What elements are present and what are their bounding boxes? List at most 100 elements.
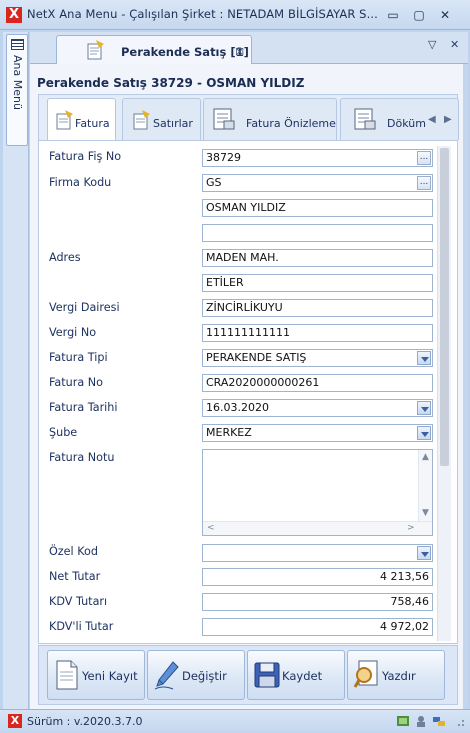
left-menu-panel: Ana Menü: [3, 32, 29, 709]
label-kdvli-tutar: KDV'li Tutar: [49, 620, 114, 633]
tab-dokum[interactable]: Döküm: [340, 98, 459, 140]
date-fatura-tarihi-value: 16.03.2020: [206, 401, 269, 414]
select-sube-value: MERKEZ: [206, 426, 252, 439]
field-firma-kodu[interactable]: GS ...: [202, 174, 433, 192]
label-fatura-fis-no: Fatura Fiş No: [49, 150, 122, 163]
label-firma-kodu: Firma Kodu: [49, 176, 112, 189]
tab-fatura-onizleme[interactable]: Fatura Önizleme: [203, 98, 337, 140]
chevron-down-icon[interactable]: [417, 351, 431, 365]
network-icon[interactable]: [432, 714, 446, 728]
field-fatura-fis-no-value: 38729: [206, 151, 241, 164]
field-kdvli-tutar[interactable]: 4 972,02: [202, 618, 433, 636]
tab-fatura[interactable]: Fatura: [47, 98, 116, 142]
field-vergi-dairesi[interactable]: ZİNCİRLİKUYU: [202, 299, 433, 317]
label-vergi-dairesi: Vergi Dairesi: [49, 301, 120, 314]
save-disk-icon: [254, 662, 280, 688]
new-document-icon: [56, 660, 78, 690]
restore-small-button[interactable]: ▭: [382, 6, 404, 24]
scroll-right-icon[interactable]: >: [407, 523, 415, 533]
window-title: NetX Ana Menu - Çalışılan Şirket : NETAD…: [27, 7, 378, 21]
field-firma-ek[interactable]: [202, 224, 433, 242]
select-fatura-tipi-value: PERAKENDE SATIŞ: [206, 351, 307, 364]
label-sube: Şube: [49, 426, 78, 439]
label-kdv-tutari: KDV Tutarı: [49, 595, 108, 608]
close-tab-icon[interactable]: ✕: [450, 38, 459, 51]
form-vertical-scrollbar[interactable]: [437, 146, 451, 641]
yazdir-button[interactable]: Yazdır: [347, 650, 445, 700]
label-fatura-tipi: Fatura Tipi: [49, 351, 108, 364]
select-ozel-kod[interactable]: [202, 544, 433, 562]
field-net-tutar[interactable]: 4 213,56: [202, 568, 433, 586]
pen-icon: [154, 661, 179, 690]
ana-menu-label: Ana Menü: [11, 55, 24, 110]
doc-tab-close-icon[interactable]: ⊠: [235, 45, 244, 58]
tab-dokum-label: Döküm: [387, 117, 426, 130]
label-fatura-notu: Fatura Notu: [49, 451, 115, 464]
label-net-tutar: Net Tutar: [49, 570, 101, 583]
ana-menu-side-tab[interactable]: Ana Menü: [6, 34, 28, 146]
doc-tab-label: Perakende Satış [1]: [121, 45, 249, 59]
field-adres-line1[interactable]: MADEN MAH.: [202, 249, 433, 267]
yazdir-label: Yazdır: [382, 669, 416, 683]
kaydet-button[interactable]: Kaydet: [247, 650, 345, 700]
select-sube[interactable]: MERKEZ: [202, 424, 433, 442]
label-vergi-no: Vergi No: [49, 326, 97, 339]
firma-lookup-button[interactable]: ...: [417, 176, 431, 190]
field-adres-line2[interactable]: ETİLER: [202, 274, 433, 292]
scroll-down-icon[interactable]: ▼: [422, 508, 429, 518]
field-fatura-fis-no[interactable]: 38729 ...: [202, 149, 433, 167]
label-fatura-tarihi: Fatura Tarihi: [49, 401, 118, 414]
field-firma-adi[interactable]: OSMAN YILDIZ: [202, 199, 433, 217]
select-fatura-tipi[interactable]: PERAKENDE SATIŞ: [202, 349, 433, 367]
print-doc-icon: [354, 108, 376, 130]
yeni-kayit-button[interactable]: Yeni Kayıt: [47, 650, 145, 700]
chevron-down-icon[interactable]: [417, 401, 431, 415]
resize-grip-icon[interactable]: [452, 714, 466, 728]
form-header-title: Perakende Satış 38729 - OSMAN YILDIZ: [37, 76, 305, 90]
memo-vertical-scrollbar[interactable]: ▲ ▼: [418, 450, 432, 522]
status-bar: X Sürüm : v.2020.3.7.0: [0, 709, 470, 733]
tab-scroll-left-icon[interactable]: ◀: [428, 114, 436, 125]
document-tab-strip: Perakende Satış [1] ⊠ ▽ ✕: [30, 32, 468, 65]
degistir-button[interactable]: Değiştir: [147, 650, 245, 700]
tab-satirlar-label: Satırlar: [153, 117, 193, 130]
memo-horizontal-scrollbar[interactable]: < >: [203, 521, 432, 535]
kaydet-label: Kaydet: [282, 669, 323, 683]
scrollbar-thumb[interactable]: [440, 148, 449, 466]
tab-list-dropdown-icon[interactable]: ▽: [428, 38, 436, 51]
netx-logo-icon: X: [6, 7, 22, 23]
print-preview-icon: [353, 660, 378, 688]
scroll-left-icon[interactable]: <: [207, 523, 215, 533]
doc-tab-perakende-satis[interactable]: Perakende Satış [1] ⊠: [56, 35, 252, 65]
maximize-button[interactable]: ▢: [408, 6, 430, 24]
invoice-icon: [87, 40, 104, 60]
date-fatura-tarihi[interactable]: 16.03.2020: [202, 399, 433, 417]
label-ozel-kod: Özel Kod: [49, 545, 98, 558]
invoice-icon: [56, 110, 73, 130]
field-vergi-no[interactable]: 111111111111: [202, 324, 433, 342]
field-fatura-no[interactable]: CRA2020000000261: [202, 374, 433, 392]
tab-satirlar[interactable]: Satırlar: [122, 98, 201, 140]
close-window-button[interactable]: ✕: [434, 6, 456, 24]
database-icon[interactable]: [396, 714, 410, 728]
label-fatura-no: Fatura No: [49, 376, 103, 389]
degistir-label: Değiştir: [182, 669, 227, 683]
fis-no-lookup-button[interactable]: ...: [417, 151, 431, 165]
tab-scroll-right-icon[interactable]: ▶: [444, 114, 452, 125]
tab-fatura-onizleme-label: Fatura Önizleme: [246, 117, 336, 130]
textarea-fatura-notu[interactable]: ▲ ▼ < >: [202, 449, 433, 536]
chevron-down-icon[interactable]: [417, 426, 431, 440]
chevron-down-icon[interactable]: [417, 546, 431, 560]
label-adres: Adres: [49, 251, 81, 264]
window-titlebar: X NetX Ana Menu - Çalışılan Şirket : NET…: [0, 0, 470, 30]
inner-tab-bar: Fatura Satırlar Fatura Önizleme Döküm: [38, 94, 459, 142]
user-icon[interactable]: [414, 714, 428, 728]
lines-icon: [133, 110, 150, 130]
field-kdv-tutari[interactable]: 758,46: [202, 593, 433, 611]
grid-icon: [11, 39, 24, 50]
scroll-up-icon[interactable]: ▲: [422, 452, 429, 462]
field-firma-kodu-value: GS: [206, 176, 222, 189]
preview-icon: [213, 108, 235, 130]
tab-fatura-label: Fatura: [75, 117, 110, 130]
netx-logo-icon: X: [8, 714, 22, 728]
